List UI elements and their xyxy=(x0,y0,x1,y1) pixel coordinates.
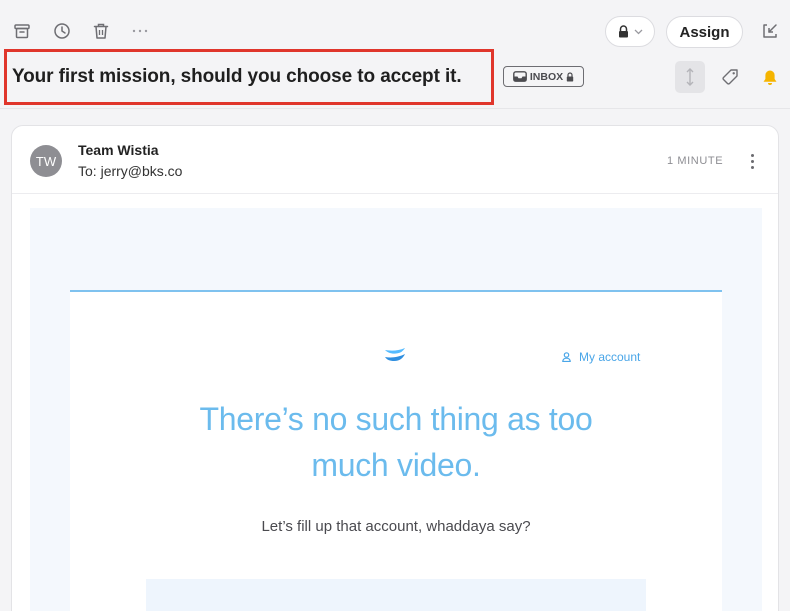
more-icon[interactable] xyxy=(130,21,150,41)
privacy-dropdown[interactable] xyxy=(605,16,655,47)
archive-icon[interactable] xyxy=(12,21,32,41)
header-divider xyxy=(0,108,790,109)
email-headline: There’s no such thing as too much video. xyxy=(70,396,722,488)
inbox-badge-label: INBOX xyxy=(529,70,564,83)
conversation-subject: Your first mission, should you choose to… xyxy=(12,66,462,87)
lock-icon xyxy=(618,25,629,38)
vertical-arrows-icon xyxy=(685,67,695,87)
expand-collapse-button[interactable] xyxy=(675,61,705,93)
message-header-divider xyxy=(12,193,778,194)
wistia-logo[interactable] xyxy=(384,348,406,362)
tag-icon[interactable] xyxy=(719,66,741,88)
chevron-down-icon xyxy=(634,29,643,35)
recipient-address[interactable]: jerry@bks.co xyxy=(101,163,183,179)
recipient-line: To: jerry@bks.co xyxy=(78,163,182,179)
user-icon xyxy=(562,352,571,362)
inbox-badge[interactable]: INBOX xyxy=(503,66,584,87)
message-card: TW Team Wistia To: jerry@bks.co 1 MINUTE… xyxy=(11,125,779,611)
sender-name[interactable]: Team Wistia xyxy=(78,142,159,158)
message-timestamp: 1 MINUTE xyxy=(667,155,724,167)
popout-icon[interactable] xyxy=(760,21,780,41)
clock-icon[interactable] xyxy=(52,21,72,41)
to-label: To: xyxy=(78,163,97,179)
video-placeholder xyxy=(146,579,646,611)
my-account-link[interactable]: My account xyxy=(562,350,640,364)
my-account-label: My account xyxy=(579,350,641,364)
email-subline: Let’s fill up that account, whaddaya say… xyxy=(261,518,531,535)
email-body-background: My account There’s no such thing as too … xyxy=(30,208,762,611)
headline-line-2: much video. xyxy=(311,447,481,483)
bell-icon[interactable] xyxy=(759,66,781,88)
headline-line-1: There’s no such thing as too xyxy=(199,401,593,437)
message-more-icon[interactable] xyxy=(745,150,759,172)
email-content-panel: My account There’s no such thing as too … xyxy=(70,290,722,611)
avatar[interactable]: TW xyxy=(30,145,62,177)
subject-highlight: Your first mission, should you choose to… xyxy=(4,49,494,105)
inbox-icon xyxy=(512,71,527,82)
assign-button[interactable]: Assign xyxy=(666,16,743,48)
trash-icon[interactable] xyxy=(91,21,111,41)
badge-lock-icon xyxy=(566,71,574,82)
